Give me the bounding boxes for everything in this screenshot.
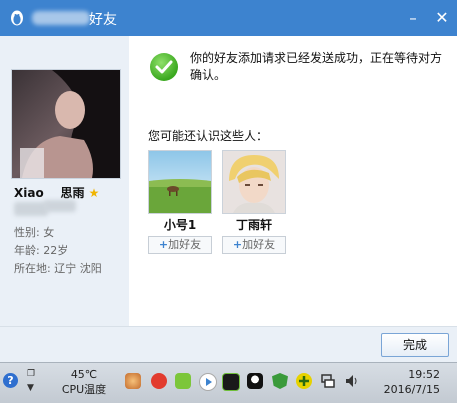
main-content: 你的好友添加请求已经发送成功，正在等待对方确认。 您可能还认识这些人： 小号1 … bbox=[129, 36, 457, 326]
redacted-info-2 bbox=[44, 200, 76, 212]
plus-icon: + bbox=[232, 238, 243, 251]
volume-icon[interactable] bbox=[344, 373, 360, 389]
success-check-icon bbox=[150, 53, 178, 81]
suggestion-name: 丁雨轩 bbox=[235, 218, 272, 232]
close-button[interactable]: ✕ bbox=[430, 6, 454, 30]
done-button[interactable]: 完成 bbox=[381, 333, 449, 357]
people-tray-icon[interactable] bbox=[125, 373, 141, 389]
add-friend-label: 加好友 bbox=[168, 238, 202, 251]
netease-music-tray-icon[interactable] bbox=[151, 373, 167, 389]
redacted-title bbox=[32, 11, 90, 25]
success-message: 你的好友添加请求已经发送成功，正在等待对方确认。 bbox=[190, 51, 443, 82]
nvidia-tray-icon[interactable] bbox=[222, 373, 240, 391]
wechat-tray-icon[interactable] bbox=[175, 373, 191, 389]
plus-tray-icon[interactable] bbox=[296, 373, 312, 389]
system-clock[interactable]: 19:52 2016/7/15 bbox=[372, 367, 440, 397]
qq-tray-icon[interactable] bbox=[247, 373, 263, 389]
add-friend-label: 加好友 bbox=[242, 238, 276, 251]
add-friend-button[interactable]: +加好友 bbox=[222, 236, 286, 254]
profile-panel: Xiao 思雨 ★ 性别: 女 年龄: 22岁 所在地: 辽宁 沈阳 bbox=[0, 36, 129, 326]
taskbar: ? ❐ ▼ 45℃ CPU温度 19:52 2016/7/15 bbox=[0, 362, 457, 403]
network-icon[interactable] bbox=[320, 373, 336, 389]
media-player-tray-icon[interactable] bbox=[199, 373, 217, 391]
title-bar[interactable]: 好友 – ✕ bbox=[0, 0, 457, 36]
help-icon[interactable]: ? bbox=[3, 373, 18, 388]
plus-icon: + bbox=[158, 238, 169, 251]
minimize-button[interactable]: – bbox=[401, 6, 425, 30]
security-shield-icon[interactable] bbox=[272, 373, 288, 389]
profile-name: Xiao 思雨 ★ bbox=[14, 184, 99, 201]
add-friend-button[interactable]: +加好友 bbox=[148, 236, 212, 254]
cpu-temperature[interactable]: 45℃ CPU温度 bbox=[58, 367, 110, 397]
redacted-info bbox=[14, 202, 48, 216]
restore-icon[interactable]: ❐ bbox=[27, 369, 35, 379]
cpu-temp-label: CPU温度 bbox=[61, 383, 107, 396]
friend-avatar bbox=[11, 69, 121, 179]
penguin-icon bbox=[11, 10, 23, 26]
clock-date: 2016/7/15 bbox=[383, 383, 440, 396]
suggest-label: 您可能还认识这些人： bbox=[148, 129, 269, 143]
suggestion-avatar-portrait[interactable] bbox=[222, 150, 286, 214]
age-label: 年龄: 22岁 bbox=[14, 244, 69, 257]
window-title: 好友 bbox=[89, 12, 117, 28]
add-friend-dialog: 好友 – ✕ Xiao 思雨 ★ 性别: 女 年龄: 22岁 所在地: 辽宁 沈… bbox=[0, 0, 457, 362]
name-cn: 思雨 bbox=[60, 186, 85, 200]
clock-time: 19:52 bbox=[408, 368, 440, 381]
dialog-footer: 完成 bbox=[0, 326, 457, 362]
star-icon: ★ bbox=[88, 186, 100, 200]
name-en: Xiao bbox=[14, 186, 44, 200]
cpu-temp-value: 45℃ bbox=[70, 368, 98, 381]
suggestion-avatar-landscape[interactable] bbox=[148, 150, 212, 214]
suggestion-name: 小号1 bbox=[163, 218, 197, 232]
chevron-down-icon[interactable]: ▼ bbox=[27, 383, 34, 393]
location-label: 所在地: 辽宁 沈阳 bbox=[14, 262, 102, 275]
gender-label: 性别: 女 bbox=[14, 226, 55, 239]
